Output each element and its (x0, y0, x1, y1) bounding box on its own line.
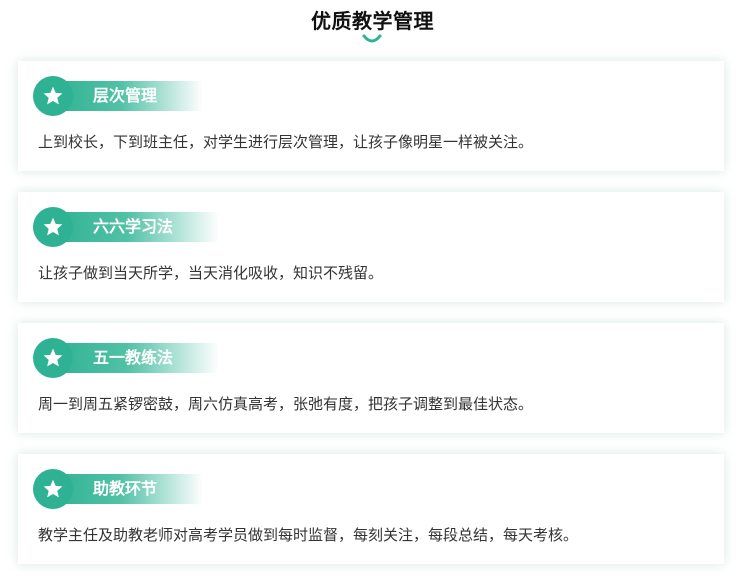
section-heading: 助教环节 (93, 479, 158, 498)
feature-card-six-six-method: 六六学习法 让孩子做到当天所学，当天消化吸收，知识不残留。 (18, 192, 724, 302)
badge-circle (33, 469, 73, 509)
feature-card-layered-management: 层次管理 上到校长，下到班主任，对学生进行层次管理，让孩子像明星一样被关注。 (18, 61, 724, 171)
section-heading: 六六学习法 (93, 217, 174, 236)
section-heading: 层次管理 (93, 86, 158, 105)
section-description: 上到校长，下到班主任，对学生进行层次管理，让孩子像明星一样被关注。 (38, 133, 534, 151)
smile-icon (362, 34, 382, 43)
section-description: 周一到周五紧锣密鼓，周六仿真高考，张弛有度，把孩子调整到最佳状态。 (38, 395, 534, 413)
star-icon (43, 348, 63, 367)
badge-circle (33, 76, 73, 116)
star-icon (43, 217, 63, 236)
page-title: 优质教学管理 (311, 9, 434, 33)
star-icon (43, 479, 63, 498)
page-header: 优质教学管理 (0, 0, 745, 50)
section-heading: 五一教练法 (93, 348, 174, 367)
feature-card-five-one-coaching: 五一教练法 周一到周五紧锣密鼓，周六仿真高考，张弛有度，把孩子调整到最佳状态。 (18, 323, 724, 433)
section-description: 教学主任及助教老师对高考学员做到每时监督，每刻关注，每段总结，每天考核。 (38, 526, 579, 544)
star-icon (43, 86, 63, 105)
badge-circle (33, 207, 73, 247)
feature-card-teaching-assistant: 助教环节 教学主任及助教老师对高考学员做到每时监督，每刻关注，每段总结，每天考核… (18, 454, 724, 564)
badge-circle (33, 338, 73, 378)
section-description: 让孩子做到当天所学，当天消化吸收，知识不残留。 (38, 264, 384, 282)
